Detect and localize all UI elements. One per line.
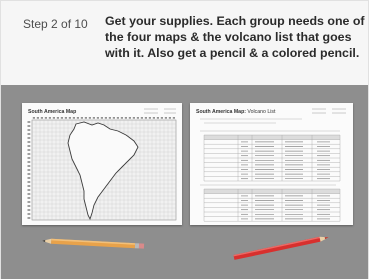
volcano-table-graphic <box>200 108 346 222</box>
instruction-header: Step 2 of 10 Get your supplies. Each gro… <box>1 1 368 85</box>
red-colored-pencil <box>233 236 329 260</box>
south-america-map-sheet: South America Map <box>22 103 182 225</box>
yellow-pencil <box>42 238 145 249</box>
supplies-photo: South America Map South America Map: Vol… <box>1 85 368 279</box>
volcano-list-sheet: South America Map: Volcano List <box>190 103 353 225</box>
step-counter: Step 2 of 10 <box>23 17 88 31</box>
instruction-text: Get your supplies. Each group needs one … <box>105 14 365 60</box>
slide-frame: Step 2 of 10 Get your supplies. Each gro… <box>0 0 369 279</box>
map-grid-graphic <box>27 108 177 221</box>
